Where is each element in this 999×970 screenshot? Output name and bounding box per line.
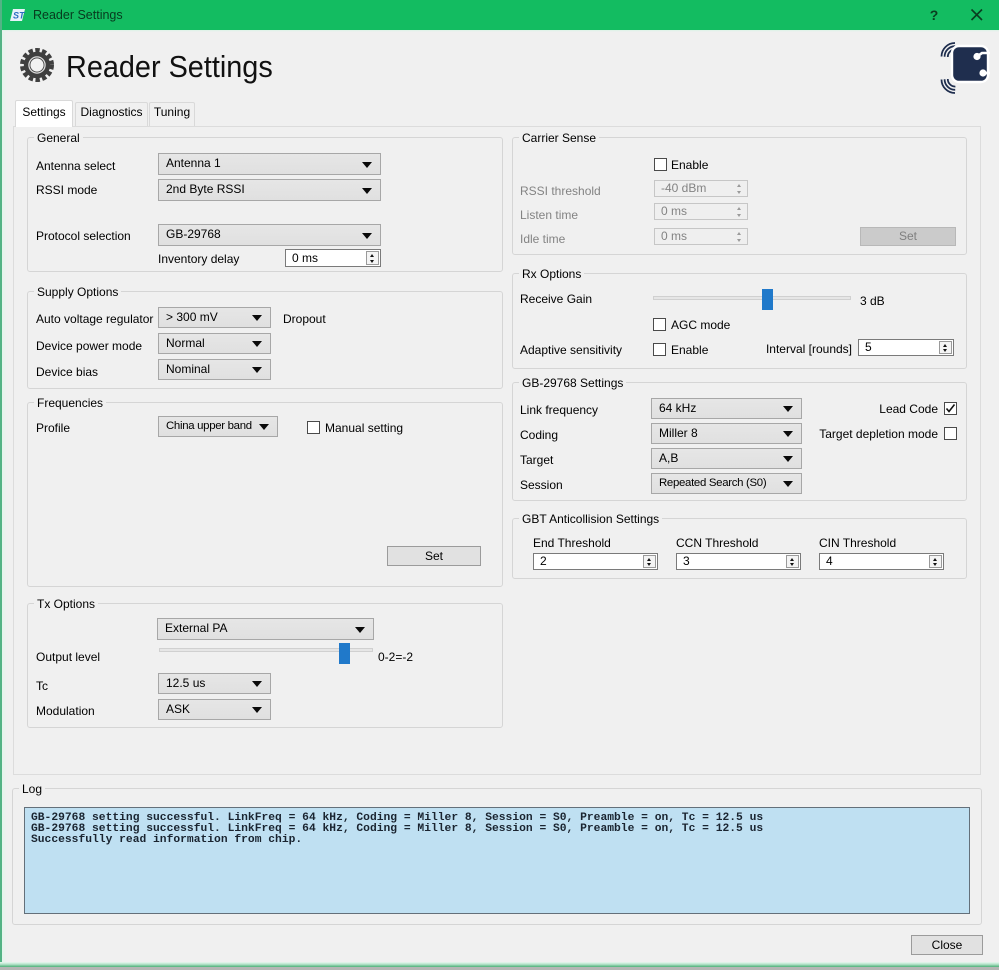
svg-text:ST: ST <box>13 11 26 21</box>
